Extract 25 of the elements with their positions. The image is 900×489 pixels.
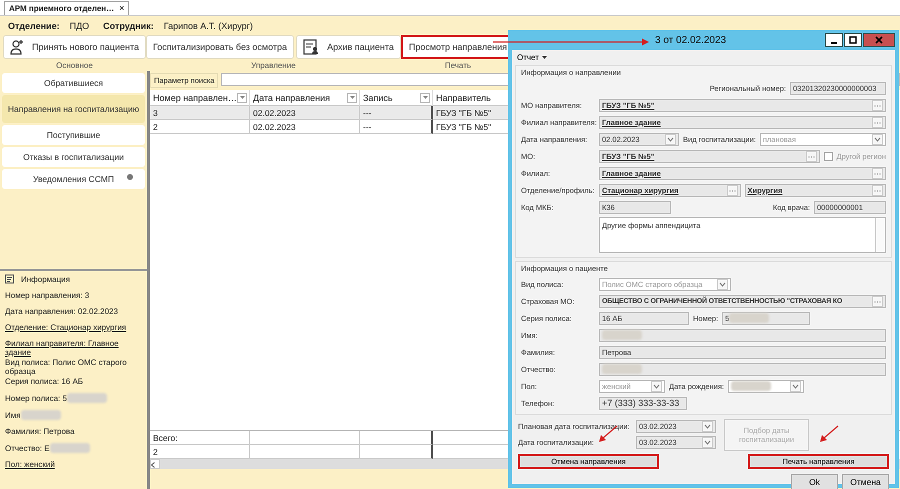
tab-title: АРМ приемного отделен… bbox=[9, 4, 114, 13]
info-text: Номер направления: 3 bbox=[5, 291, 90, 300]
group-label: Печать bbox=[444, 61, 472, 70]
info-value: ПДО bbox=[70, 20, 90, 30]
info-label: Отделение: bbox=[8, 20, 60, 30]
info-value: Гарипов А.Т. (Хирург) bbox=[164, 20, 253, 30]
info-text: Серия полиса: 16 АБ bbox=[5, 377, 84, 386]
info-text: Вид полиса: Полис ОМС старого образца bbox=[5, 358, 128, 376]
dialog-title: 3 от 02.02.2023 bbox=[655, 34, 726, 46]
table-cell: --- bbox=[360, 120, 433, 134]
info-text: Имя bbox=[5, 410, 21, 420]
table-cell: 2 bbox=[150, 120, 250, 134]
info-text: Фамилия: Петрова bbox=[5, 427, 75, 436]
table-cell: --- bbox=[360, 106, 433, 120]
table-cell: 02.02.2023 bbox=[250, 120, 360, 134]
group-label: Основное bbox=[55, 61, 94, 70]
info-text: Отчество: Е bbox=[5, 444, 50, 452]
table-cell: 3 bbox=[150, 106, 250, 120]
group-label: Управление bbox=[250, 61, 297, 70]
table-cell: 02.02.2023 bbox=[250, 106, 360, 120]
info-text: Дата направления: 02.02.2023 bbox=[5, 307, 118, 316]
info-title: Информация bbox=[21, 274, 70, 284]
info-text: Номер полиса: 5 bbox=[5, 394, 67, 402]
summary-cell: Всего: bbox=[150, 431, 250, 445]
info-label: Сотрудник: bbox=[103, 20, 154, 30]
